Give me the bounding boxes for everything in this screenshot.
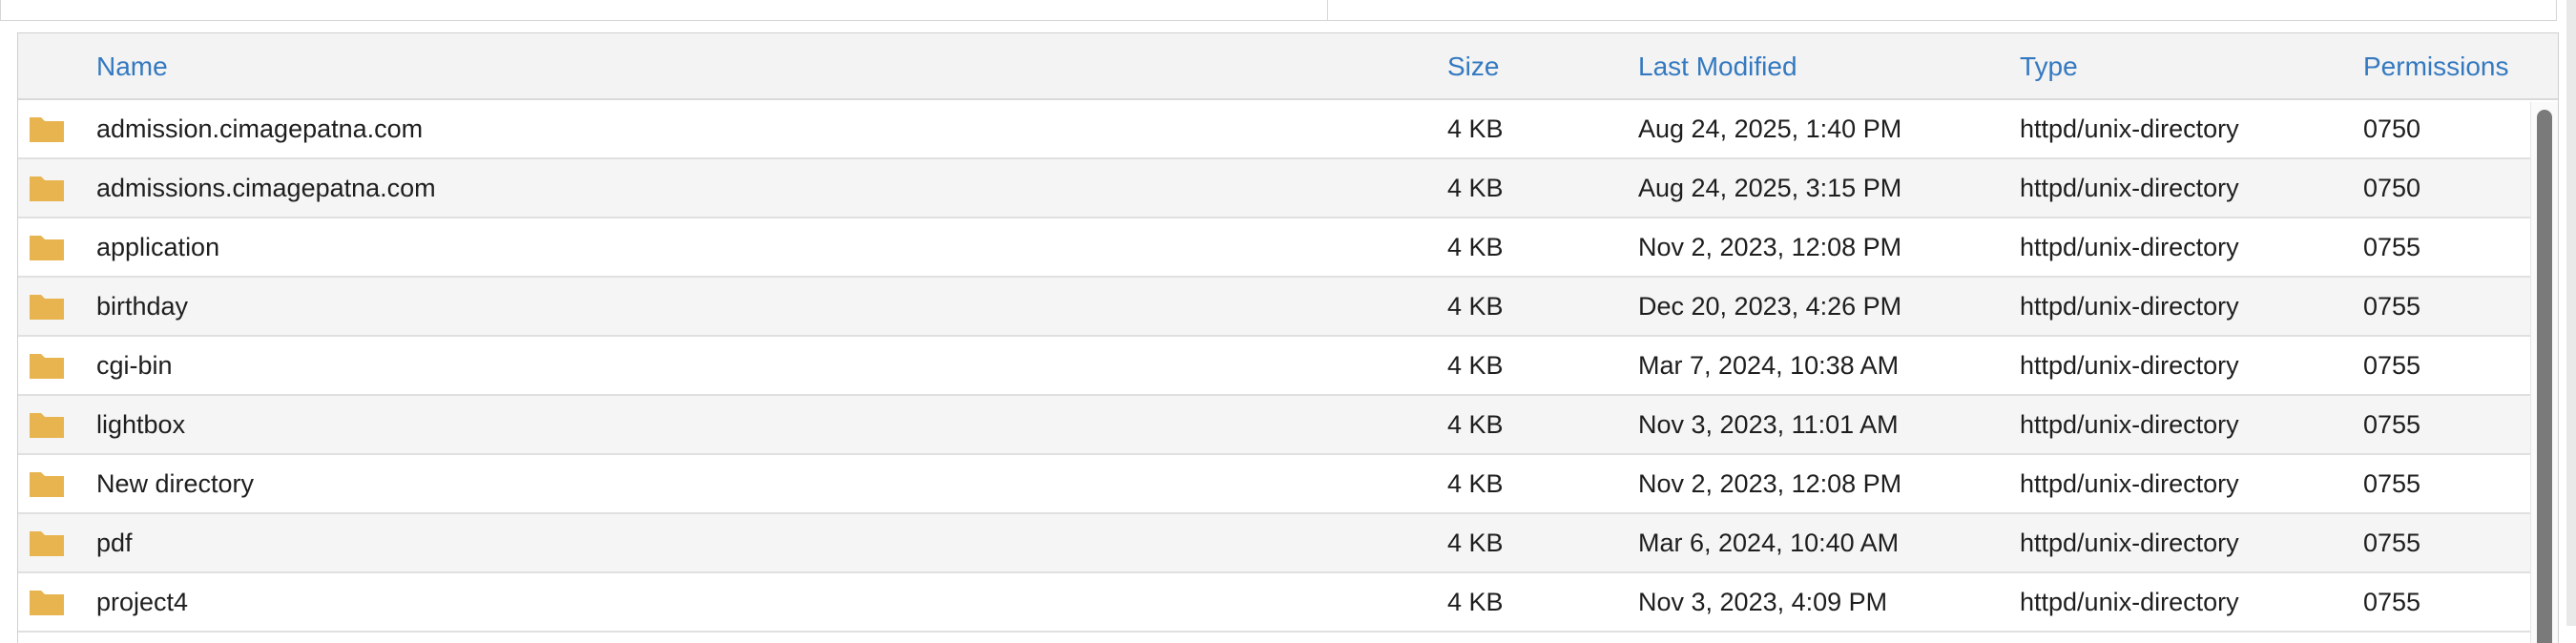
file-size: 4 KB <box>1447 292 1504 321</box>
file-size: 4 KB <box>1447 114 1504 143</box>
file-size: 4 KB <box>1447 588 1504 616</box>
file-permissions[interactable]: 0755 <box>2363 455 2420 512</box>
file-type: httpd/unix-directory <box>2020 233 2239 261</box>
file-modified: Nov 2, 2023, 12:08 PM <box>1638 233 1902 261</box>
file-modified: Mar 7, 2024, 10:38 AM <box>1638 351 1900 380</box>
file-size: 4 KB <box>1447 351 1504 380</box>
file-type: httpd/unix-directory <box>2020 114 2239 143</box>
file-modified: Nov 2, 2023, 12:08 PM <box>1638 469 1902 498</box>
file-modified: Nov 3, 2023, 11:01 AM <box>1638 410 1899 439</box>
file-type: httpd/unix-directory <box>2020 529 2239 557</box>
panel-divider <box>1327 0 1328 21</box>
table-row[interactable]: admissions.cimagepatna.com 4 KB Aug 24, … <box>18 159 2531 218</box>
folder-icon <box>30 413 64 438</box>
file-type: httpd/unix-directory <box>2020 174 2239 202</box>
folder-icon <box>30 176 64 201</box>
file-name[interactable]: cgi-bin <box>96 337 173 394</box>
file-table: Name Size Last Modified Type Permissions… <box>17 32 2559 643</box>
file-size: 4 KB <box>1447 410 1504 439</box>
table-body: admission.cimagepatna.com 4 KB Aug 24, 2… <box>18 100 2531 633</box>
table-row[interactable]: project4 4 KB Nov 3, 2023, 4:09 PM httpd… <box>18 573 2531 633</box>
file-type: httpd/unix-directory <box>2020 469 2239 498</box>
folder-icon <box>30 472 64 497</box>
file-permissions[interactable]: 0755 <box>2363 573 2420 631</box>
folder-icon <box>30 531 64 556</box>
file-name[interactable]: project4 <box>96 573 188 631</box>
table-row[interactable]: cgi-bin 4 KB Mar 7, 2024, 10:38 AM httpd… <box>18 337 2531 396</box>
table-header: Name Size Last Modified Type Permissions <box>18 33 2558 100</box>
file-permissions[interactable]: 0750 <box>2363 100 2420 157</box>
file-permissions[interactable]: 0755 <box>2363 278 2420 335</box>
column-header-size[interactable]: Size <box>1447 33 1499 100</box>
file-name[interactable]: admissions.cimagepatna.com <box>96 159 436 217</box>
file-name[interactable]: application <box>96 218 219 276</box>
top-panel-strip <box>0 0 2557 21</box>
file-name[interactable]: New directory <box>96 455 254 512</box>
folder-icon <box>30 354 64 379</box>
column-header-last-modified[interactable]: Last Modified <box>1638 33 1797 100</box>
scrollbar-thumb[interactable] <box>2537 110 2552 643</box>
column-header-type[interactable]: Type <box>2020 33 2078 100</box>
file-permissions[interactable]: 0755 <box>2363 337 2420 394</box>
table-row[interactable]: New directory 4 KB Nov 2, 2023, 12:08 PM… <box>18 455 2531 514</box>
file-name[interactable]: lightbox <box>96 396 185 453</box>
file-modified: Aug 24, 2025, 1:40 PM <box>1638 114 1902 143</box>
table-row[interactable]: birthday 4 KB Dec 20, 2023, 4:26 PM http… <box>18 278 2531 337</box>
file-modified: Dec 20, 2023, 4:26 PM <box>1638 292 1902 321</box>
file-type: httpd/unix-directory <box>2020 292 2239 321</box>
file-type: httpd/unix-directory <box>2020 588 2239 616</box>
table-row[interactable]: admission.cimagepatna.com 4 KB Aug 24, 2… <box>18 100 2531 159</box>
table-row[interactable]: pdf 4 KB Mar 6, 2024, 10:40 AM httpd/uni… <box>18 514 2531 573</box>
vertical-scrollbar[interactable] <box>2530 102 2558 643</box>
file-permissions[interactable]: 0755 <box>2363 396 2420 453</box>
file-modified: Nov 3, 2023, 4:09 PM <box>1638 588 1888 616</box>
folder-icon <box>30 295 64 320</box>
table-row[interactable]: lightbox 4 KB Nov 3, 2023, 11:01 AM http… <box>18 396 2531 455</box>
file-name[interactable]: pdf <box>96 514 133 571</box>
file-modified: Aug 24, 2025, 3:15 PM <box>1638 174 1902 202</box>
table-row[interactable]: application 4 KB Nov 2, 2023, 12:08 PM h… <box>18 218 2531 278</box>
file-size: 4 KB <box>1447 469 1504 498</box>
file-name[interactable]: birthday <box>96 278 188 335</box>
file-name[interactable]: admission.cimagepatna.com <box>96 100 423 157</box>
file-size: 4 KB <box>1447 529 1504 557</box>
column-header-name[interactable]: Name <box>96 33 168 100</box>
folder-icon <box>30 117 64 142</box>
file-permissions[interactable]: 0755 <box>2363 218 2420 276</box>
file-permissions[interactable]: 0750 <box>2363 159 2420 217</box>
file-size: 4 KB <box>1447 174 1504 202</box>
folder-icon <box>30 591 64 615</box>
file-size: 4 KB <box>1447 233 1504 261</box>
file-type: httpd/unix-directory <box>2020 351 2239 380</box>
folder-icon <box>30 236 64 260</box>
file-permissions[interactable]: 0755 <box>2363 514 2420 571</box>
file-modified: Mar 6, 2024, 10:40 AM <box>1638 529 1900 557</box>
column-header-permissions[interactable]: Permissions <box>2363 33 2508 100</box>
file-type: httpd/unix-directory <box>2020 410 2239 439</box>
window-edge <box>2566 0 2576 626</box>
